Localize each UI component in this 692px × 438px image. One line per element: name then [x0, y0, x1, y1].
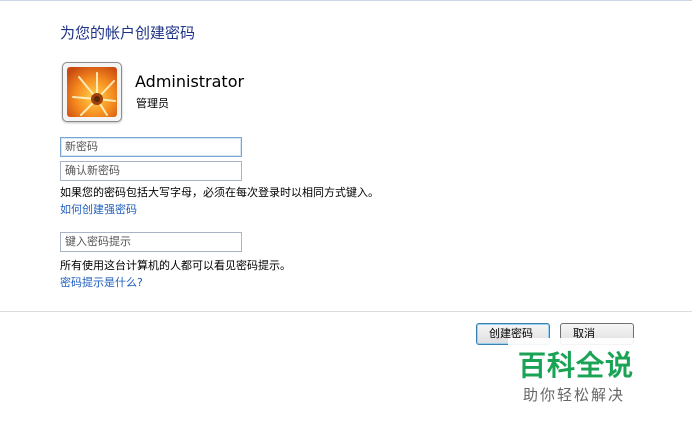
- watermark: 百科全说 助你轻松解决: [508, 338, 678, 410]
- top-border: [0, 0, 692, 1]
- avatar: [62, 62, 122, 122]
- hint-visibility-note: 所有使用这台计算机的人都可以看见密码提示。: [60, 259, 291, 272]
- new-password-field[interactable]: 新密码: [60, 137, 242, 157]
- page-title: 为您的帐户创建密码: [60, 24, 196, 42]
- confirm-password-field[interactable]: 确认新密码: [60, 161, 242, 181]
- footer-divider: [0, 311, 692, 312]
- user-name: Administrator: [135, 72, 245, 91]
- watermark-title: 百科全说: [518, 349, 635, 382]
- strong-password-link[interactable]: 如何创建强密码: [60, 201, 137, 217]
- watermark-subtitle: 助你轻松解决: [523, 386, 626, 404]
- flower-icon: [67, 67, 117, 117]
- password-hint-help-link[interactable]: 密码提示是什么?: [60, 274, 143, 290]
- case-sensitivity-note: 如果您的密码包括大写字母，必须在每次登录时以相同方式键入。: [60, 186, 379, 199]
- user-role: 管理员: [136, 97, 169, 110]
- password-hint-field[interactable]: 键入密码提示: [60, 232, 242, 252]
